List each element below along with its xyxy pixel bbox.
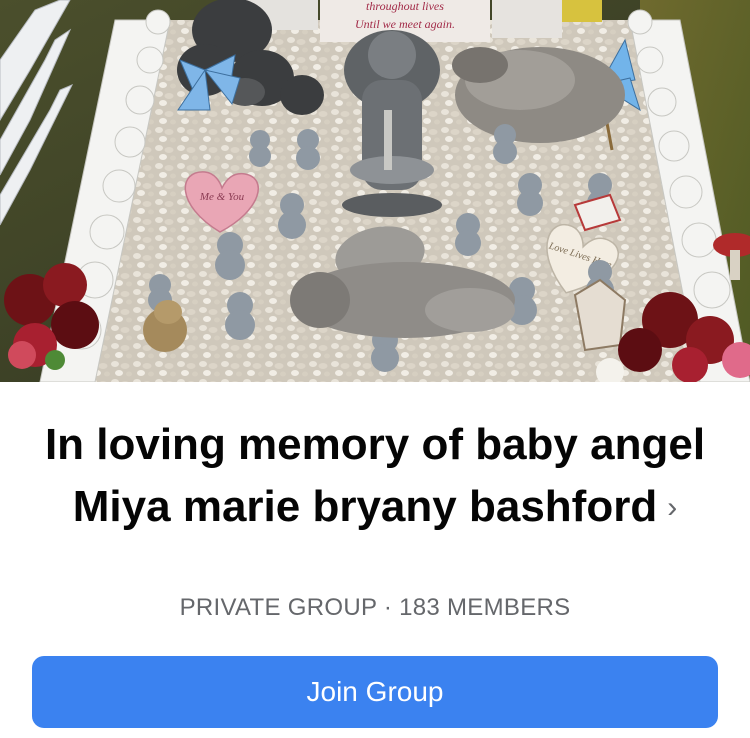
svg-text:Until we meet again.: Until we meet again. bbox=[355, 17, 455, 31]
group-title[interactable]: In loving memory of baby angel Miya mari… bbox=[40, 414, 710, 539]
svg-text:throughout lives: throughout lives bbox=[366, 0, 444, 13]
group-privacy: PRIVATE GROUP bbox=[179, 594, 377, 621]
join-group-button[interactable]: Join Group bbox=[32, 656, 718, 728]
chevron-right-icon[interactable]: › bbox=[667, 477, 677, 539]
group-meta: PRIVATE GROUP · 183 MEMBERS bbox=[0, 594, 750, 622]
group-cover-photo[interactable]: throughout lives Until we meet again. Me… bbox=[0, 0, 750, 382]
memorial-garden-image: throughout lives Until we meet again. Me… bbox=[0, 0, 750, 382]
group-member-count: 183 MEMBERS bbox=[399, 594, 571, 621]
group-page: throughout lives Until we meet again. Me… bbox=[0, 0, 750, 738]
group-title-text[interactable]: In loving memory of baby angel Miya mari… bbox=[45, 420, 705, 531]
svg-text:Me & You: Me & You bbox=[199, 191, 245, 203]
meta-separator: · bbox=[383, 594, 393, 621]
